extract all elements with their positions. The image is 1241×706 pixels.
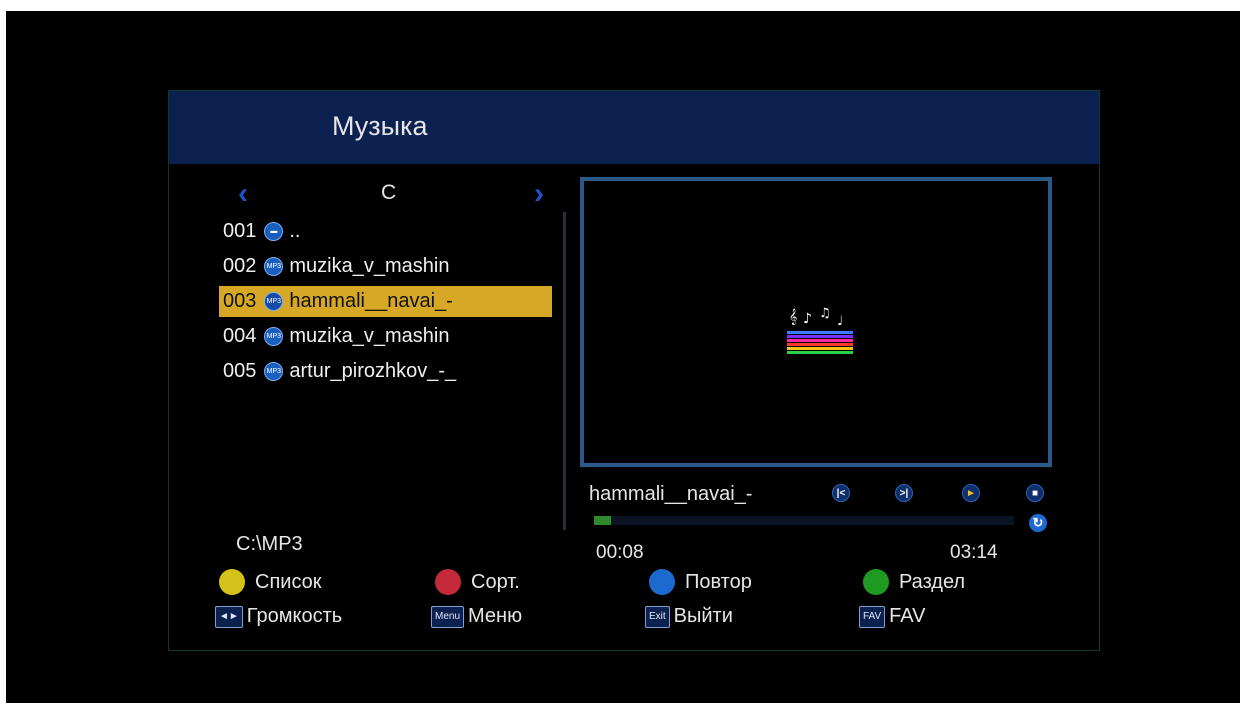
fav-key-icon: FAV [859,605,886,628]
hint-label: Сорт. [471,570,520,593]
item-name: muzika_v_mashin [289,255,450,277]
play-icon[interactable]: ► [962,484,980,502]
item-number: 005 [223,360,257,382]
hint-label: Выйти [673,605,733,627]
elapsed-time: 00:08 [596,542,644,563]
music-browser-panel: Музыка ‹ C › 001 ▬ .. 002 MP3 muzika_v_m… [168,90,1100,651]
preview-window: 𝄞 ♪ ♫ ♩ [580,177,1052,467]
item-name: artur_pirozhkov_-_ [289,360,457,382]
header-bar: Музыка [169,91,1099,164]
drive-label: C [381,181,397,204]
list-scrollbar[interactable] [563,212,566,530]
green-dot-icon [863,569,889,595]
mp3-file-icon: MP3 [264,257,284,276]
green-button-hint[interactable]: Раздел [863,569,965,595]
tv-screen: Музыка ‹ C › 001 ▬ .. 002 MP3 muzika_v_m… [6,11,1240,703]
red-dot-icon [435,569,461,595]
list-item[interactable]: 002 MP3 muzika_v_mashin [219,251,552,282]
item-number: 003 [223,290,257,312]
svg-text:♫: ♫ [819,306,831,321]
page-title: Музыка [332,111,428,141]
hint-label: Список [255,570,322,593]
stop-icon[interactable]: ■ [1026,484,1044,502]
exit-hint[interactable]: Exit Выйти [645,605,733,628]
item-number: 004 [223,325,257,347]
item-name: hammali__navai_- [289,290,453,312]
menu-hint[interactable]: Menu Меню [431,605,522,628]
item-number: 001 [223,220,257,242]
repeat-icon[interactable]: ↻ [1029,514,1047,532]
hint-label: Громкость [246,605,343,627]
chevron-right-icon[interactable]: › [534,177,544,211]
exit-key-icon: Exit [645,605,670,628]
hint-label: Повтор [685,570,752,593]
folder-icon: ▬ [264,222,284,241]
list-item[interactable]: 004 MP3 muzika_v_mashin [219,321,552,352]
item-number: 002 [223,255,257,277]
blue-dot-icon [649,569,675,595]
yellow-button-hint[interactable]: Список [219,569,322,595]
svg-text:♩: ♩ [837,314,843,329]
list-item[interactable]: 001 ▬ .. [219,216,552,247]
progress-bar[interactable] [594,516,1014,525]
list-item[interactable]: 005 MP3 artur_pirozhkov_-_ [219,356,552,387]
now-playing-title: hammali__navai_- [589,483,753,505]
menu-key-icon: Menu [431,605,465,628]
current-path: C:\MP3 [236,533,303,555]
previous-track-icon[interactable]: |< [832,484,850,502]
chevron-left-icon[interactable]: ‹ [238,177,248,211]
music-notes-icon: 𝄞 ♪ ♫ ♩ [787,306,853,354]
total-time: 03:14 [950,542,998,563]
item-name: .. [289,220,301,242]
item-name: muzika_v_mashin [289,325,450,347]
hint-label: Меню [468,605,523,627]
progress-fill [594,516,611,525]
yellow-dot-icon [219,569,245,595]
blue-button-hint[interactable]: Повтор [649,569,752,595]
volume-hint[interactable]: ◄► Громкость [215,605,342,628]
mp3-file-icon: MP3 [264,292,284,311]
hint-label: Раздел [899,570,966,593]
list-item-selected[interactable]: 003 MP3 hammali__navai_- [219,286,552,317]
mp3-file-icon: MP3 [264,327,284,346]
left-right-key-icon: ◄► [215,605,243,628]
mp3-file-icon: MP3 [264,362,284,381]
hint-label: FAV [889,605,926,627]
red-button-hint[interactable]: Сорт. [435,569,520,595]
svg-text:♪: ♪ [803,311,812,327]
next-track-icon[interactable]: >| [895,484,913,502]
fav-hint[interactable]: FAV FAV [859,605,925,628]
svg-text:𝄞: 𝄞 [789,309,797,325]
